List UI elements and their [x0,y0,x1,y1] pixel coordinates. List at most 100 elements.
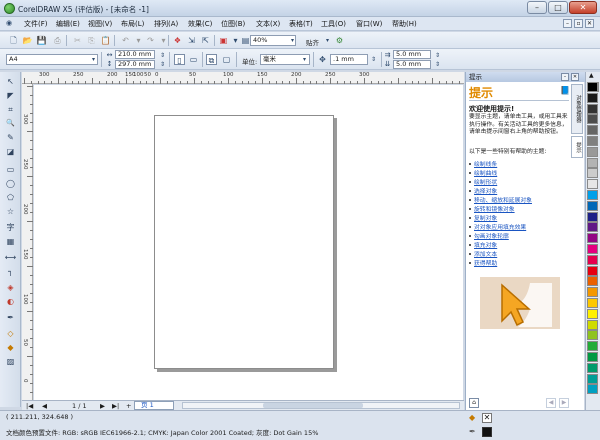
application-launcher-icon[interactable]: ▣ [218,35,229,46]
portrait-icon[interactable]: ▯ [174,54,185,65]
outline-color-indicator[interactable] [482,427,492,437]
color-swatch[interactable] [587,200,598,211]
add-page-button[interactable]: + [126,402,131,410]
landscape-icon[interactable]: ▭ [188,54,199,65]
page-tab[interactable]: 页 1 [134,401,174,410]
import-icon[interactable]: ⇲ [186,35,197,46]
doc-restore-button[interactable]: ▫ [574,19,583,28]
page-width-field[interactable]: 210.0 mm [115,50,155,59]
docker-minimize-icon[interactable]: – [561,73,569,81]
color-swatch[interactable] [587,298,598,308]
paste-icon[interactable]: 📋 [100,35,111,46]
print-icon[interactable]: ⎙ [52,35,63,46]
color-swatch[interactable] [587,136,598,146]
snap-to-button[interactable]: 贴齐 [306,37,319,47]
color-swatch[interactable] [587,276,598,287]
color-swatch[interactable] [587,254,598,265]
hint-link[interactable]: 绘制曲线 [474,168,497,177]
shape-tool-icon[interactable]: ◤ [4,90,17,101]
color-swatch[interactable] [587,125,598,136]
color-swatch[interactable] [587,222,598,233]
vertical-ruler[interactable]: 300 250 200 150 100 50 0 [22,84,33,401]
open-icon[interactable]: 📂 [22,35,33,46]
nudge-distance-field[interactable]: .1 mm [330,54,368,65]
hint-link[interactable]: 移动、缩放和延展对象 [474,195,532,204]
no-fill-indicator[interactable]: ✕ [482,413,492,423]
export-icon[interactable]: ⇱ [200,35,211,46]
color-swatch[interactable] [587,330,598,341]
page-size-dropdown-icon[interactable]: ▾ [88,54,99,65]
color-swatch[interactable] [587,373,598,384]
menu-arrange[interactable]: 排列(A) [154,18,178,30]
height-spin-icon[interactable]: ⇕ [157,59,168,70]
tab-hints[interactable]: 提示 [571,136,583,158]
hint-link[interactable]: 添加文本 [474,249,497,258]
save-icon[interactable]: 💾 [36,35,47,46]
color-swatch[interactable] [587,211,598,222]
hint-link[interactable]: 填充对象 [474,240,497,249]
hint-link[interactable]: 选择对象 [474,186,497,195]
color-swatch[interactable] [587,244,598,254]
color-swatch[interactable] [587,362,598,373]
outline-tool-icon[interactable]: ◇ [4,328,17,339]
color-swatch[interactable] [587,92,598,103]
menu-table[interactable]: 表格(T) [289,18,313,30]
interactive-fill-tool-icon[interactable]: ▨ [4,356,17,367]
menu-edit[interactable]: 编辑(E) [56,18,80,30]
menu-text[interactable]: 文本(X) [256,18,280,30]
doc-minimize-button[interactable]: – [563,19,572,28]
tab-object-manager[interactable]: 对象管理器 [571,84,583,134]
fill-status-icon[interactable]: ◆ [469,413,475,422]
color-swatch[interactable] [587,287,598,298]
redo-icon[interactable]: ↷ [145,35,156,46]
next-page-button[interactable]: ▶ [100,402,105,410]
rectangle-tool-icon[interactable]: ▭ [4,164,17,175]
hint-link[interactable]: 绘制形状 [474,177,497,186]
menu-tools[interactable]: 工具(O) [321,18,346,30]
document-page[interactable] [154,115,334,369]
all-pages-icon[interactable]: ⧉ [206,54,217,65]
color-swatch[interactable] [587,319,598,330]
menu-file[interactable]: 文件(F) [24,18,48,30]
horizontal-scrollbar[interactable] [182,402,460,409]
color-profile-info[interactable]: 文档颜色预置文件: RGB: sRGB IEC61966-2.1; CMYK: … [6,427,318,437]
hint-link[interactable]: 复制对象 [474,213,497,222]
menu-bitmaps[interactable]: 位图(B) [221,18,245,30]
polygon-tool-icon[interactable]: ⬠ [4,192,17,203]
color-swatch[interactable] [587,103,598,114]
color-swatch[interactable] [587,82,598,92]
docker-forward-icon[interactable]: ▶ [559,398,569,408]
copy-icon[interactable]: ⎘ [86,35,97,46]
table-tool-icon[interactable]: ▦ [4,236,17,247]
text-tool-icon[interactable]: 字 [4,222,17,233]
dimension-tool-icon[interactable]: ⟷ [4,252,17,263]
hint-link[interactable]: 绘制线条 [474,159,497,168]
color-swatch[interactable] [587,341,598,352]
prev-page-button[interactable]: ◀ [42,402,47,410]
menu-layout[interactable]: 布局(L) [121,18,144,30]
undo-icon[interactable]: ↶ [120,35,131,46]
color-swatch[interactable] [587,168,598,179]
new-document-icon[interactable]: 🗋 [8,35,19,46]
connector-tool-icon[interactable]: ┐ [4,266,17,277]
dup-y-spin-icon[interactable]: ⇕ [432,59,443,70]
menu-effects[interactable]: 效果(C) [188,18,212,30]
search-content-icon[interactable]: ❖ [172,35,183,46]
smart-fill-tool-icon[interactable]: ◪ [4,146,17,157]
transparency-tool-icon[interactable]: ◐ [4,296,17,307]
close-button[interactable]: ✕ [569,1,597,14]
menu-view[interactable]: 视图(V) [88,18,112,30]
doc-close-button[interactable]: ✕ [585,19,594,28]
color-swatch[interactable] [587,308,598,319]
crop-tool-icon[interactable]: ⌗ [4,104,17,115]
pick-tool-icon[interactable]: ↖ [4,76,17,87]
duplicate-distance-y-field[interactable]: 5.0 mm [393,60,431,69]
page-height-field[interactable]: 297.0 mm [115,60,155,69]
snap-dropdown-icon[interactable]: ▾ [322,35,333,46]
color-swatch[interactable] [587,157,598,168]
units-dropdown-icon[interactable]: ▾ [299,54,310,65]
hint-link[interactable]: 获得帮助 [474,258,497,267]
hint-link[interactable]: 对对象应用填充效果 [474,222,526,231]
ellipse-tool-icon[interactable]: ◯ [4,178,17,189]
options-icon[interactable]: ⚙ [334,35,345,46]
